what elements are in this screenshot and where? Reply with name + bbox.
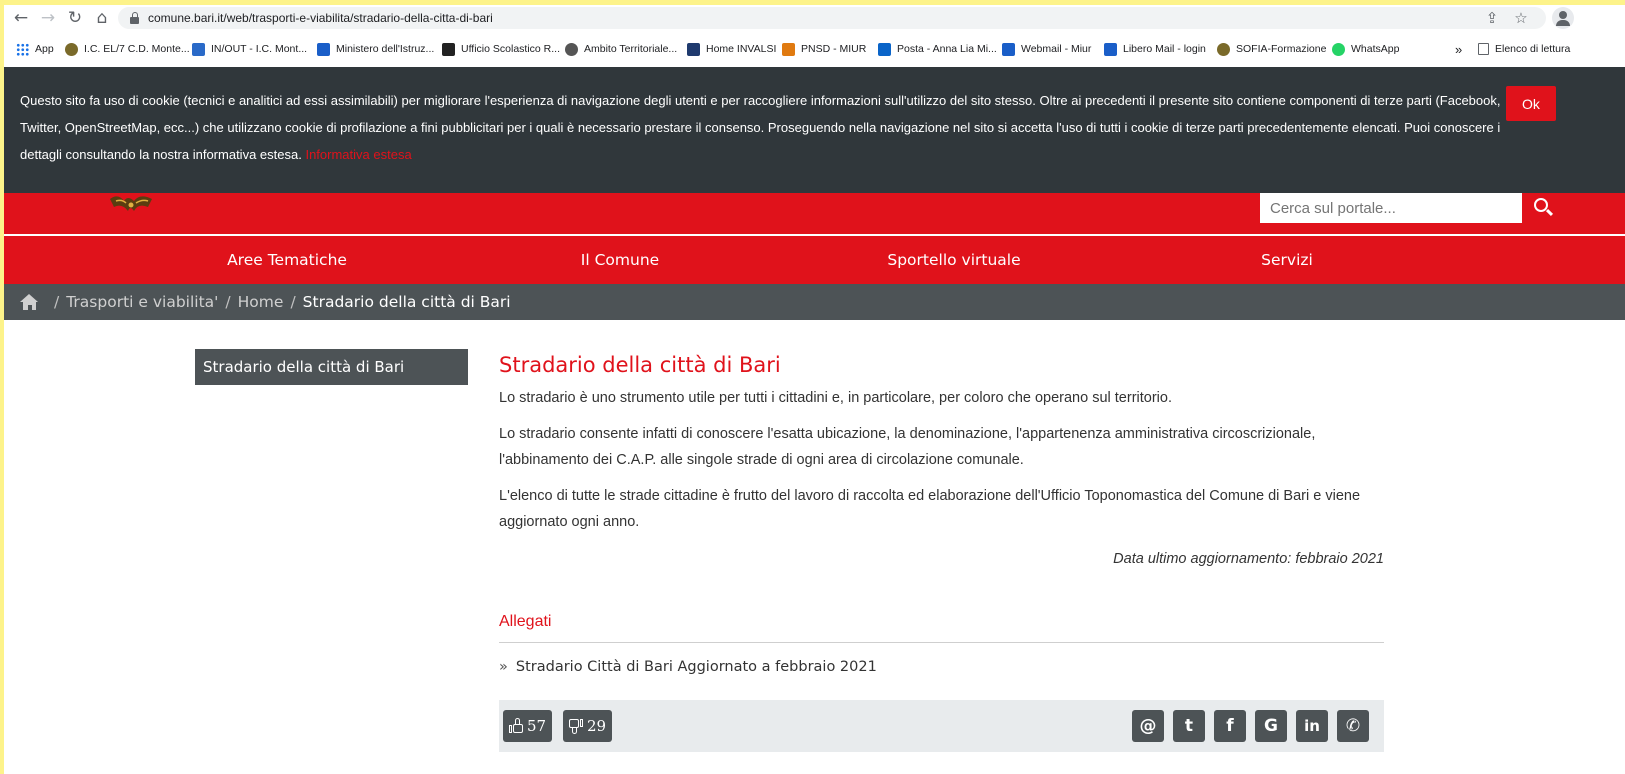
- ministry-icon: [317, 42, 330, 56]
- profile-avatar-icon[interactable]: [1552, 7, 1574, 29]
- bookmark-item[interactable]: SOFIA-Formazione: [1217, 40, 1326, 58]
- inout-icon: [192, 42, 205, 56]
- bookmark-star-icon[interactable]: ☆: [1511, 8, 1531, 28]
- emblem-icon: [65, 42, 78, 56]
- home-icon[interactable]: [20, 294, 39, 310]
- address-bar-row: ← → ↻ ⌂ comune.bari.it/web/trasporti-e-v…: [4, 5, 1625, 31]
- bookmark-item[interactable]: Home INVALSI: [687, 40, 776, 58]
- facebook-share-button[interactable]: f: [1214, 710, 1246, 742]
- thumbs-up-icon: [509, 718, 523, 734]
- bookmark-item[interactable]: I.C. EL/7 C.D. Monte...: [65, 40, 190, 58]
- attachment-link[interactable]: Stradario Città di Bari Aggiornato a feb…: [516, 659, 877, 675]
- bookmark-item[interactable]: Posta - Anna Lia Mi...: [878, 40, 997, 58]
- bookmark-label: Libero Mail - login: [1123, 43, 1206, 55]
- url-field[interactable]: comune.bari.it/web/trasporti-e-viabilita…: [118, 7, 1546, 29]
- nav-item-sportello-virtuale[interactable]: Sportello virtuale: [834, 236, 1074, 284]
- bookmark-item[interactable]: PNSD - MIUR: [782, 40, 866, 58]
- back-arrow-icon[interactable]: ←: [10, 7, 32, 29]
- usr-icon: [442, 42, 455, 56]
- sidebar-item-stradario[interactable]: Stradario della città di Bari: [195, 349, 468, 385]
- pnsd-icon: [782, 42, 795, 56]
- url-text: comune.bari.it/web/trasporti-e-viabilita…: [148, 11, 493, 25]
- bookmark-item[interactable]: IN/OUT - I.C. Mont...: [192, 40, 307, 58]
- city-emblem-logo[interactable]: [108, 193, 154, 215]
- bookmark-item[interactable]: Ministero dell'Istruz...: [317, 40, 434, 58]
- bookmark-item[interactable]: Ufficio Scolastico R...: [442, 40, 560, 58]
- cookie-ok-button[interactable]: Ok: [1506, 86, 1556, 121]
- bookmark-item[interactable]: Ambito Territoriale...: [565, 40, 677, 58]
- lock-icon: [130, 12, 139, 24]
- like-button[interactable]: 57: [503, 710, 553, 742]
- whatsapp-icon: [1332, 42, 1345, 56]
- bookmark-label: IN/OUT - I.C. Mont...: [211, 43, 308, 55]
- page-title: Stradario della città di Bari: [499, 353, 781, 377]
- content-paragraph: L'elenco di tutte le strade cittadine è …: [499, 488, 1361, 530]
- attachments-heading: Allegati: [499, 610, 1384, 643]
- breadcrumb: / Trasporti e viabilita' / Home / Strada…: [4, 284, 1625, 320]
- linkedin-share-button[interactable]: in: [1296, 710, 1328, 742]
- dislike-button[interactable]: 29: [563, 710, 613, 742]
- apps-grid-icon: [16, 42, 29, 56]
- reload-icon[interactable]: ↻: [64, 7, 86, 29]
- dislike-count: 29: [587, 717, 607, 735]
- bookmark-label: WhatsApp: [1351, 43, 1400, 55]
- cookie-text-block: Questo sito fa uso di cookie (tecnici e …: [20, 87, 1504, 168]
- cookie-policy-link[interactable]: Informativa estesa: [305, 147, 411, 162]
- main-content: Stradario della città di Bari Lo stradar…: [499, 349, 1384, 679]
- thumbs-down-icon: [569, 718, 583, 734]
- bookmark-label: App: [35, 43, 54, 55]
- chevron-right-icon: »: [499, 659, 508, 675]
- bookmark-item[interactable]: Webmail - Miur: [1002, 40, 1091, 58]
- cookie-banner: Questo sito fa uso di cookie (tecnici e …: [4, 67, 1625, 193]
- invalsi-icon: [687, 42, 700, 56]
- bookmark-item[interactable]: App: [16, 40, 54, 58]
- bookmark-label: Home INVALSI: [706, 43, 777, 55]
- search-icon: [1534, 198, 1548, 212]
- bookmark-item[interactable]: WhatsApp: [1332, 40, 1399, 58]
- bookmark-label: Posta - Anna Lia Mi...: [897, 43, 997, 55]
- breadcrumb-item-home[interactable]: Home: [238, 293, 284, 311]
- content-paragraph: Lo stradario consente infatti di conosce…: [499, 426, 1316, 468]
- bookmark-label: Ambito Territoriale...: [584, 43, 678, 55]
- cookie-message: Questo sito fa uso di cookie (tecnici e …: [20, 93, 1501, 162]
- globe-icon: [565, 42, 578, 56]
- nav-item-il-comune[interactable]: Il Comune: [500, 236, 740, 284]
- reading-list-icon: [1478, 43, 1489, 55]
- feedback-share-bar: 57 29 @ t f G in ✆: [499, 700, 1384, 752]
- bookmark-label: PNSD - MIUR: [801, 43, 867, 55]
- bookmark-label: Ufficio Scolastico R...: [461, 43, 561, 55]
- reading-list-button[interactable]: Elenco di lettura: [1478, 40, 1570, 58]
- like-count: 57: [527, 717, 547, 735]
- portal-search-input[interactable]: [1260, 193, 1522, 223]
- breadcrumb-item-trasporti[interactable]: Trasporti e viabilita': [66, 293, 218, 311]
- last-updated-text: Data ultimo aggiornamento: febbraio 2021: [1113, 551, 1384, 567]
- nav-item-servizi[interactable]: Servizi: [1167, 236, 1407, 284]
- attachment-item[interactable]: » Stradario Città di Bari Aggiornato a fe…: [499, 655, 1384, 679]
- bookmark-label: Webmail - Miur: [1021, 43, 1092, 55]
- share-page-icon[interactable]: ⇪: [1482, 8, 1502, 28]
- forward-arrow-icon[interactable]: →: [37, 7, 59, 29]
- bookmark-label: I.C. EL/7 C.D. Monte...: [84, 43, 190, 55]
- twitter-share-button[interactable]: t: [1173, 710, 1205, 742]
- bookmarks-overflow-button[interactable]: »: [1455, 40, 1462, 58]
- emblem-icon: [1217, 42, 1230, 56]
- whatsapp-share-button[interactable]: ✆: [1337, 710, 1369, 742]
- google-share-button[interactable]: G: [1255, 710, 1287, 742]
- content-paragraph: Lo stradario è uno strumento utile per t…: [499, 390, 1172, 406]
- breadcrumb-current: Stradario della città di Bari: [302, 293, 511, 311]
- webmail-icon: [1002, 42, 1015, 56]
- bookmark-label: SOFIA-Formazione: [1236, 43, 1327, 55]
- libero-icon: [1104, 42, 1117, 56]
- email-share-button[interactable]: @: [1132, 710, 1164, 742]
- bookmark-label: Ministero dell'Istruz...: [336, 43, 435, 55]
- main-navigation: Aree Tematiche Il Comune Sportello virtu…: [4, 236, 1625, 284]
- bookmark-item[interactable]: Libero Mail - login: [1104, 40, 1206, 58]
- browser-window: ← → ↻ ⌂ comune.bari.it/web/trasporti-e-v…: [4, 5, 1625, 774]
- nav-item-aree-tematiche[interactable]: Aree Tematiche: [164, 236, 410, 284]
- home-button-icon[interactable]: ⌂: [91, 7, 113, 29]
- search-button[interactable]: [1522, 193, 1562, 223]
- outlook-icon: [878, 42, 891, 56]
- bookmarks-bar: » Elenco di lettura App I.C. EL/7 C.D. Mo…: [4, 31, 1625, 67]
